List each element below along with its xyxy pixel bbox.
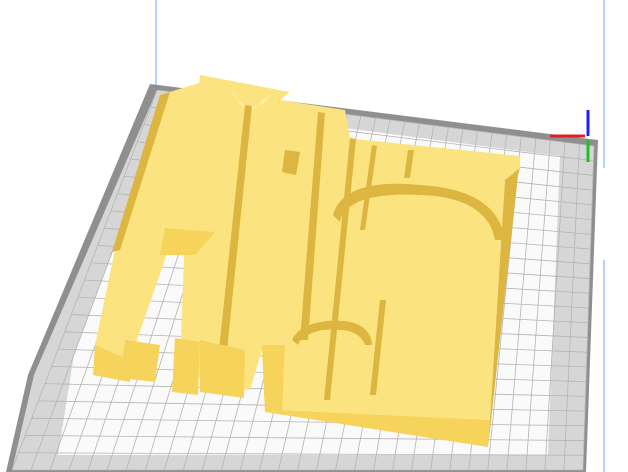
model-left-channel-front [200, 340, 245, 398]
model-front-pad-2 [172, 338, 200, 395]
model-middle-channel-front [262, 345, 285, 412]
scene-canvas[interactable] [0, 0, 628, 472]
3d-viewport[interactable] [0, 0, 628, 472]
model-front-pad-1 [120, 340, 160, 382]
